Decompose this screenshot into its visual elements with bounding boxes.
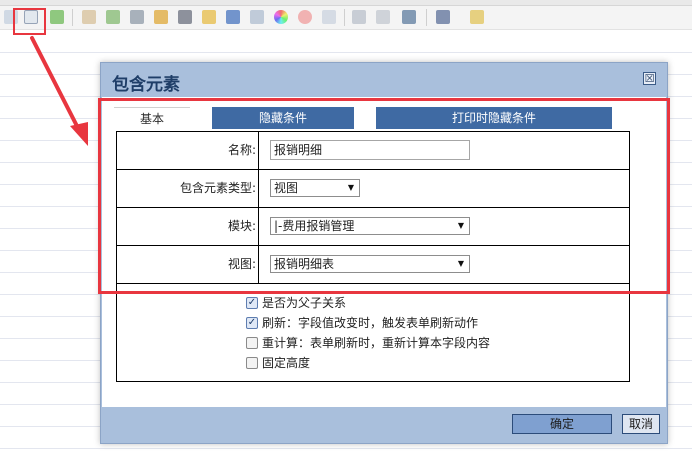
dialog-title: 包含元素 — [112, 75, 180, 95]
option-label: 是否为父子关系 — [262, 296, 347, 310]
close-icon[interactable]: ☒ — [643, 72, 656, 85]
video-icon[interactable] — [130, 10, 144, 24]
module-label: 模块: — [117, 208, 259, 245]
form-row-element-type: 包含元素类型: 视图 ▼ — [117, 170, 629, 208]
toolbar-separator — [426, 9, 427, 26]
qrcode-icon[interactable] — [178, 10, 192, 24]
element-type-label: 包含元素类型: — [117, 170, 259, 207]
option-label: 重计算：表单刷新时，重新计算本字段内容 — [262, 336, 491, 350]
toolbar-upper-strip — [0, 0, 692, 6]
name-input[interactable]: 报销明细 — [270, 140, 470, 160]
element-type-value: 视图 — [274, 181, 299, 195]
color-wheel-icon[interactable] — [274, 10, 288, 24]
option-label: 刷新：字段值改变时，触发表单刷新动作 — [262, 316, 479, 330]
pencil-icon[interactable] — [82, 10, 96, 24]
checkbox-unchecked-icon[interactable] — [246, 337, 258, 349]
name-cell: 报销明细 — [260, 132, 629, 169]
element-type-cell: 视图 ▼ — [260, 170, 629, 207]
dialog-body: 基本 隐藏条件 打印时隐藏条件 名称: 报销明细 包含元素类型: 视图 ▼ 模块… — [102, 97, 666, 407]
option-label: 固定高度 — [262, 356, 311, 370]
record-icon[interactable] — [298, 10, 312, 24]
dropdown-caret-icon: ▼ — [457, 221, 464, 230]
dropdown-caret-icon: ▼ — [457, 259, 464, 268]
link-icon[interactable] — [352, 10, 366, 24]
font-size-icon[interactable] — [436, 10, 450, 24]
include-element-dialog: 包含元素 ☒ 基本 隐藏条件 打印时隐藏条件 名称: 报销明细 包含元素类型: … — [100, 62, 668, 444]
anchor-icon[interactable] — [402, 10, 416, 24]
module-cell: |-费用报销管理 ▼ — [260, 208, 629, 245]
name-label: 名称: — [117, 132, 259, 169]
form-row-view: 视图: 报销明细表 ▼ — [117, 246, 629, 284]
dropdown-caret-icon: ▼ — [347, 183, 354, 192]
image-icon[interactable] — [106, 10, 120, 24]
checkbox-checked-icon[interactable]: ✓ — [246, 317, 258, 329]
module-value: |-费用报销管理 — [274, 219, 355, 233]
spellcheck-icon[interactable] — [470, 10, 484, 24]
unlink-icon[interactable] — [376, 10, 390, 24]
word-icon[interactable] — [226, 10, 240, 24]
view-select[interactable]: 报销明细表 ▼ — [270, 255, 470, 273]
form-row-module: 模块: |-费用报销管理 ▼ — [117, 208, 629, 246]
view-value: 报销明细表 — [274, 257, 335, 271]
editor-toolbar — [0, 0, 692, 35]
form-row-name: 名称: 报销明细 — [117, 132, 629, 170]
view-cell: 报销明细表 ▼ — [260, 246, 629, 283]
checkbox-unchecked-icon[interactable] — [246, 357, 258, 369]
attachment-icon[interactable] — [250, 10, 264, 24]
toolbar-separator — [72, 9, 73, 26]
map-icon[interactable] — [154, 10, 168, 24]
toolbar-separator — [344, 9, 345, 26]
module-select[interactable]: |-费用报销管理 ▼ — [270, 217, 470, 235]
tab-hide-conditions[interactable]: 隐藏条件 — [212, 107, 354, 129]
table-icon[interactable] — [50, 10, 64, 24]
chart-icon[interactable] — [202, 10, 216, 24]
tab-basic[interactable]: 基本 — [114, 107, 190, 129]
view-label: 视图: — [117, 246, 259, 283]
ok-button[interactable]: 确定 — [512, 414, 612, 434]
element-type-select[interactable]: 视图 ▼ — [270, 179, 360, 197]
tab-bar: 基本 隐藏条件 打印时隐藏条件 — [114, 107, 614, 129]
checkbox-checked-icon[interactable]: ✓ — [246, 297, 258, 309]
tab-print-hide-conditions[interactable]: 打印时隐藏条件 — [376, 107, 612, 129]
cancel-button[interactable]: 取消 — [622, 414, 660, 434]
frame-icon[interactable] — [322, 10, 336, 24]
